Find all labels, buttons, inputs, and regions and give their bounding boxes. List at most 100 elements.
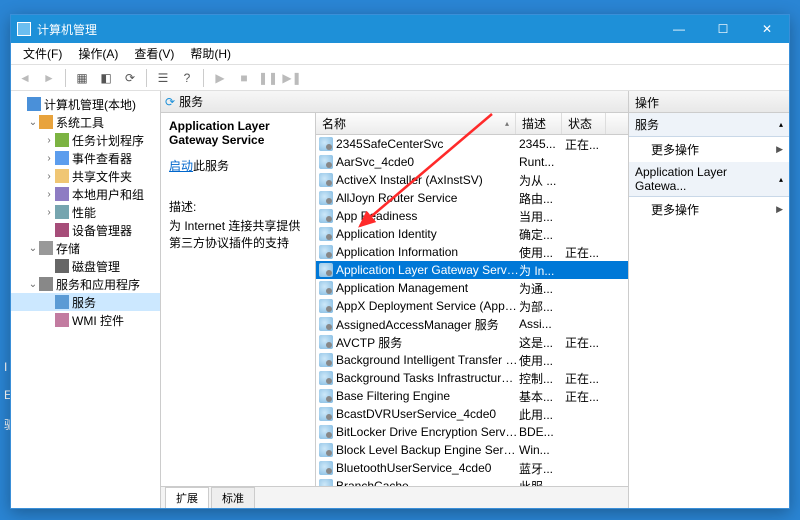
maximize-button[interactable]: ☐ [701, 15, 745, 43]
tree-local-users[interactable]: ›本地用户和组 [11, 185, 160, 203]
service-desc: 路由... [519, 190, 565, 207]
properties-icon[interactable]: ◧ [96, 68, 116, 88]
col-status[interactable]: 状态 [562, 113, 606, 134]
service-row[interactable]: Application Identity确定... [316, 225, 628, 243]
separator [203, 69, 204, 87]
menu-action[interactable]: 操作(A) [70, 43, 126, 64]
service-row[interactable]: BranchCache此服... [316, 477, 628, 486]
service-row[interactable]: BcastDVRUserService_4cde0此用... [316, 405, 628, 423]
forward-icon: ► [39, 68, 59, 88]
tab-standard[interactable]: 标准 [211, 487, 255, 508]
service-name: AppX Deployment Service (AppXSVC) [336, 299, 519, 313]
actions-section-services[interactable]: 服务▴ [629, 113, 789, 137]
actions-more-1[interactable]: 更多操作▶ [629, 137, 789, 162]
service-name: AssignedAccessManager 服务 [336, 316, 519, 333]
refresh-icon[interactable]: ⟳ [120, 68, 140, 88]
tree-storage[interactable]: ⌄存储 [11, 239, 160, 257]
service-row[interactable]: ActiveX Installer (AxInstSV)为从 ... [316, 171, 628, 189]
menu-file[interactable]: 文件(F) [15, 43, 70, 64]
service-name: Background Tasks Infrastructure Service [336, 371, 519, 385]
service-row[interactable]: AllJoyn Router Service路由... [316, 189, 628, 207]
tree-root[interactable]: 计算机管理(本地) [11, 95, 160, 113]
export-icon[interactable]: ☰ [153, 68, 173, 88]
column-headers: 名称▴ 描述 状态 [316, 113, 628, 135]
start-service-icon[interactable]: ▶ [210, 68, 230, 88]
service-row[interactable]: Block Level Backup Engine ServiceWin... [316, 441, 628, 459]
menu-help[interactable]: 帮助(H) [182, 43, 239, 64]
service-desc: 当用... [519, 208, 565, 225]
tree-disk-mgmt[interactable]: 磁盘管理 [11, 257, 160, 275]
service-row[interactable]: Application Layer Gateway Service为 In... [316, 261, 628, 279]
minimize-button[interactable]: — [657, 15, 701, 43]
service-desc: 确定... [519, 226, 565, 243]
service-row[interactable]: AppX Deployment Service (AppXSVC)为部... [316, 297, 628, 315]
service-row[interactable]: Base Filtering Engine基本...正在... [316, 387, 628, 405]
actions-header: 操作 [629, 91, 789, 113]
col-name[interactable]: 名称▴ [316, 113, 516, 134]
nav-tree[interactable]: 计算机管理(本地) ⌄系统工具 ›任务计划程序 ›事件查看器 ›共享文件夹 ›本… [11, 91, 161, 508]
service-desc: Runt... [519, 155, 565, 169]
service-row[interactable]: App Readiness当用... [316, 207, 628, 225]
service-detail-pane: Application Layer Gateway Service 启动此服务 … [161, 113, 316, 486]
menu-view[interactable]: 查看(V) [126, 43, 182, 64]
service-row[interactable]: BitLocker Drive Encryption ServiceBDE... [316, 423, 628, 441]
service-desc: 使用... [519, 244, 565, 261]
service-row[interactable]: AssignedAccessManager 服务Assi... [316, 315, 628, 333]
tree-task-scheduler[interactable]: ›任务计划程序 [11, 131, 160, 149]
service-row[interactable]: Background Tasks Infrastructure Service控… [316, 369, 628, 387]
service-name: BluetoothUserService_4cde0 [336, 461, 519, 475]
close-button[interactable]: ✕ [745, 15, 789, 43]
tree-wmi[interactable]: WMI 控件 [11, 311, 160, 329]
service-row[interactable]: AVCTP 服务这是...正在... [316, 333, 628, 351]
service-row[interactable]: BluetoothUserService_4cde0蓝牙... [316, 459, 628, 477]
service-icon [319, 227, 333, 241]
help-icon[interactable]: ? [177, 68, 197, 88]
tree-system-tools[interactable]: ⌄系统工具 [11, 113, 160, 131]
tree-services[interactable]: 服务 [11, 293, 160, 311]
menubar: 文件(F) 操作(A) 查看(V) 帮助(H) [11, 43, 789, 65]
services-list[interactable]: 名称▴ 描述 状态 2345SafeCenterSvc2345...正在...A… [316, 113, 628, 486]
service-name: Background Intelligent Transfer Service [336, 353, 519, 367]
service-icon [319, 479, 333, 486]
tree-shared-folders[interactable]: ›共享文件夹 [11, 167, 160, 185]
tree-event-viewer[interactable]: ›事件查看器 [11, 149, 160, 167]
service-name: Block Level Backup Engine Service [336, 443, 519, 457]
service-icon [319, 443, 333, 457]
service-row[interactable]: AarSvc_4cde0Runt... [316, 153, 628, 171]
service-icon [319, 191, 333, 205]
tab-extended[interactable]: 扩展 [165, 487, 209, 508]
stop-service-icon: ■ [234, 68, 254, 88]
show-hide-tree-icon[interactable]: ▦ [72, 68, 92, 88]
start-service-link[interactable]: 启动 [169, 157, 193, 174]
service-icon [319, 371, 333, 385]
refresh-link-icon[interactable]: ⟳ [165, 95, 175, 109]
mmc-window: 计算机管理 — ☐ ✕ 文件(F) 操作(A) 查看(V) 帮助(H) ◄ ► … [10, 14, 790, 509]
service-name: AarSvc_4cde0 [336, 155, 519, 169]
service-status: 正在... [565, 244, 609, 261]
service-desc: 为 In... [519, 262, 565, 279]
service-desc: 为部... [519, 298, 565, 315]
tree-performance[interactable]: ›性能 [11, 203, 160, 221]
service-name: Application Information [336, 245, 519, 259]
description-text: 为 Internet 连接共享提供第三方协议插件的支持 [169, 217, 307, 251]
service-name: ActiveX Installer (AxInstSV) [336, 173, 519, 187]
service-row[interactable]: Background Intelligent Transfer Service使… [316, 351, 628, 369]
col-desc[interactable]: 描述 [516, 113, 562, 134]
tree-device-manager[interactable]: 设备管理器 [11, 221, 160, 239]
actions-section-selected[interactable]: Application Layer Gatewa...▴ [629, 162, 789, 197]
actions-more-2[interactable]: 更多操作▶ [629, 197, 789, 222]
service-name: AVCTP 服务 [336, 334, 519, 351]
tree-services-apps[interactable]: ⌄服务和应用程序 [11, 275, 160, 293]
service-name: BitLocker Drive Encryption Service [336, 425, 519, 439]
service-icon [319, 155, 333, 169]
main-header-title: 服务 [179, 93, 203, 110]
service-desc: 此用... [519, 406, 565, 423]
toolbar: ◄ ► ▦ ◧ ⟳ ☰ ? ▶ ■ ❚❚ ▶❚ [11, 65, 789, 91]
back-icon: ◄ [15, 68, 35, 88]
service-row[interactable]: 2345SafeCenterSvc2345...正在... [316, 135, 628, 153]
service-icon [319, 335, 333, 349]
service-row[interactable]: Application Management为通... [316, 279, 628, 297]
service-row[interactable]: Application Information使用...正在... [316, 243, 628, 261]
titlebar[interactable]: 计算机管理 — ☐ ✕ [11, 15, 789, 43]
service-icon [319, 209, 333, 223]
